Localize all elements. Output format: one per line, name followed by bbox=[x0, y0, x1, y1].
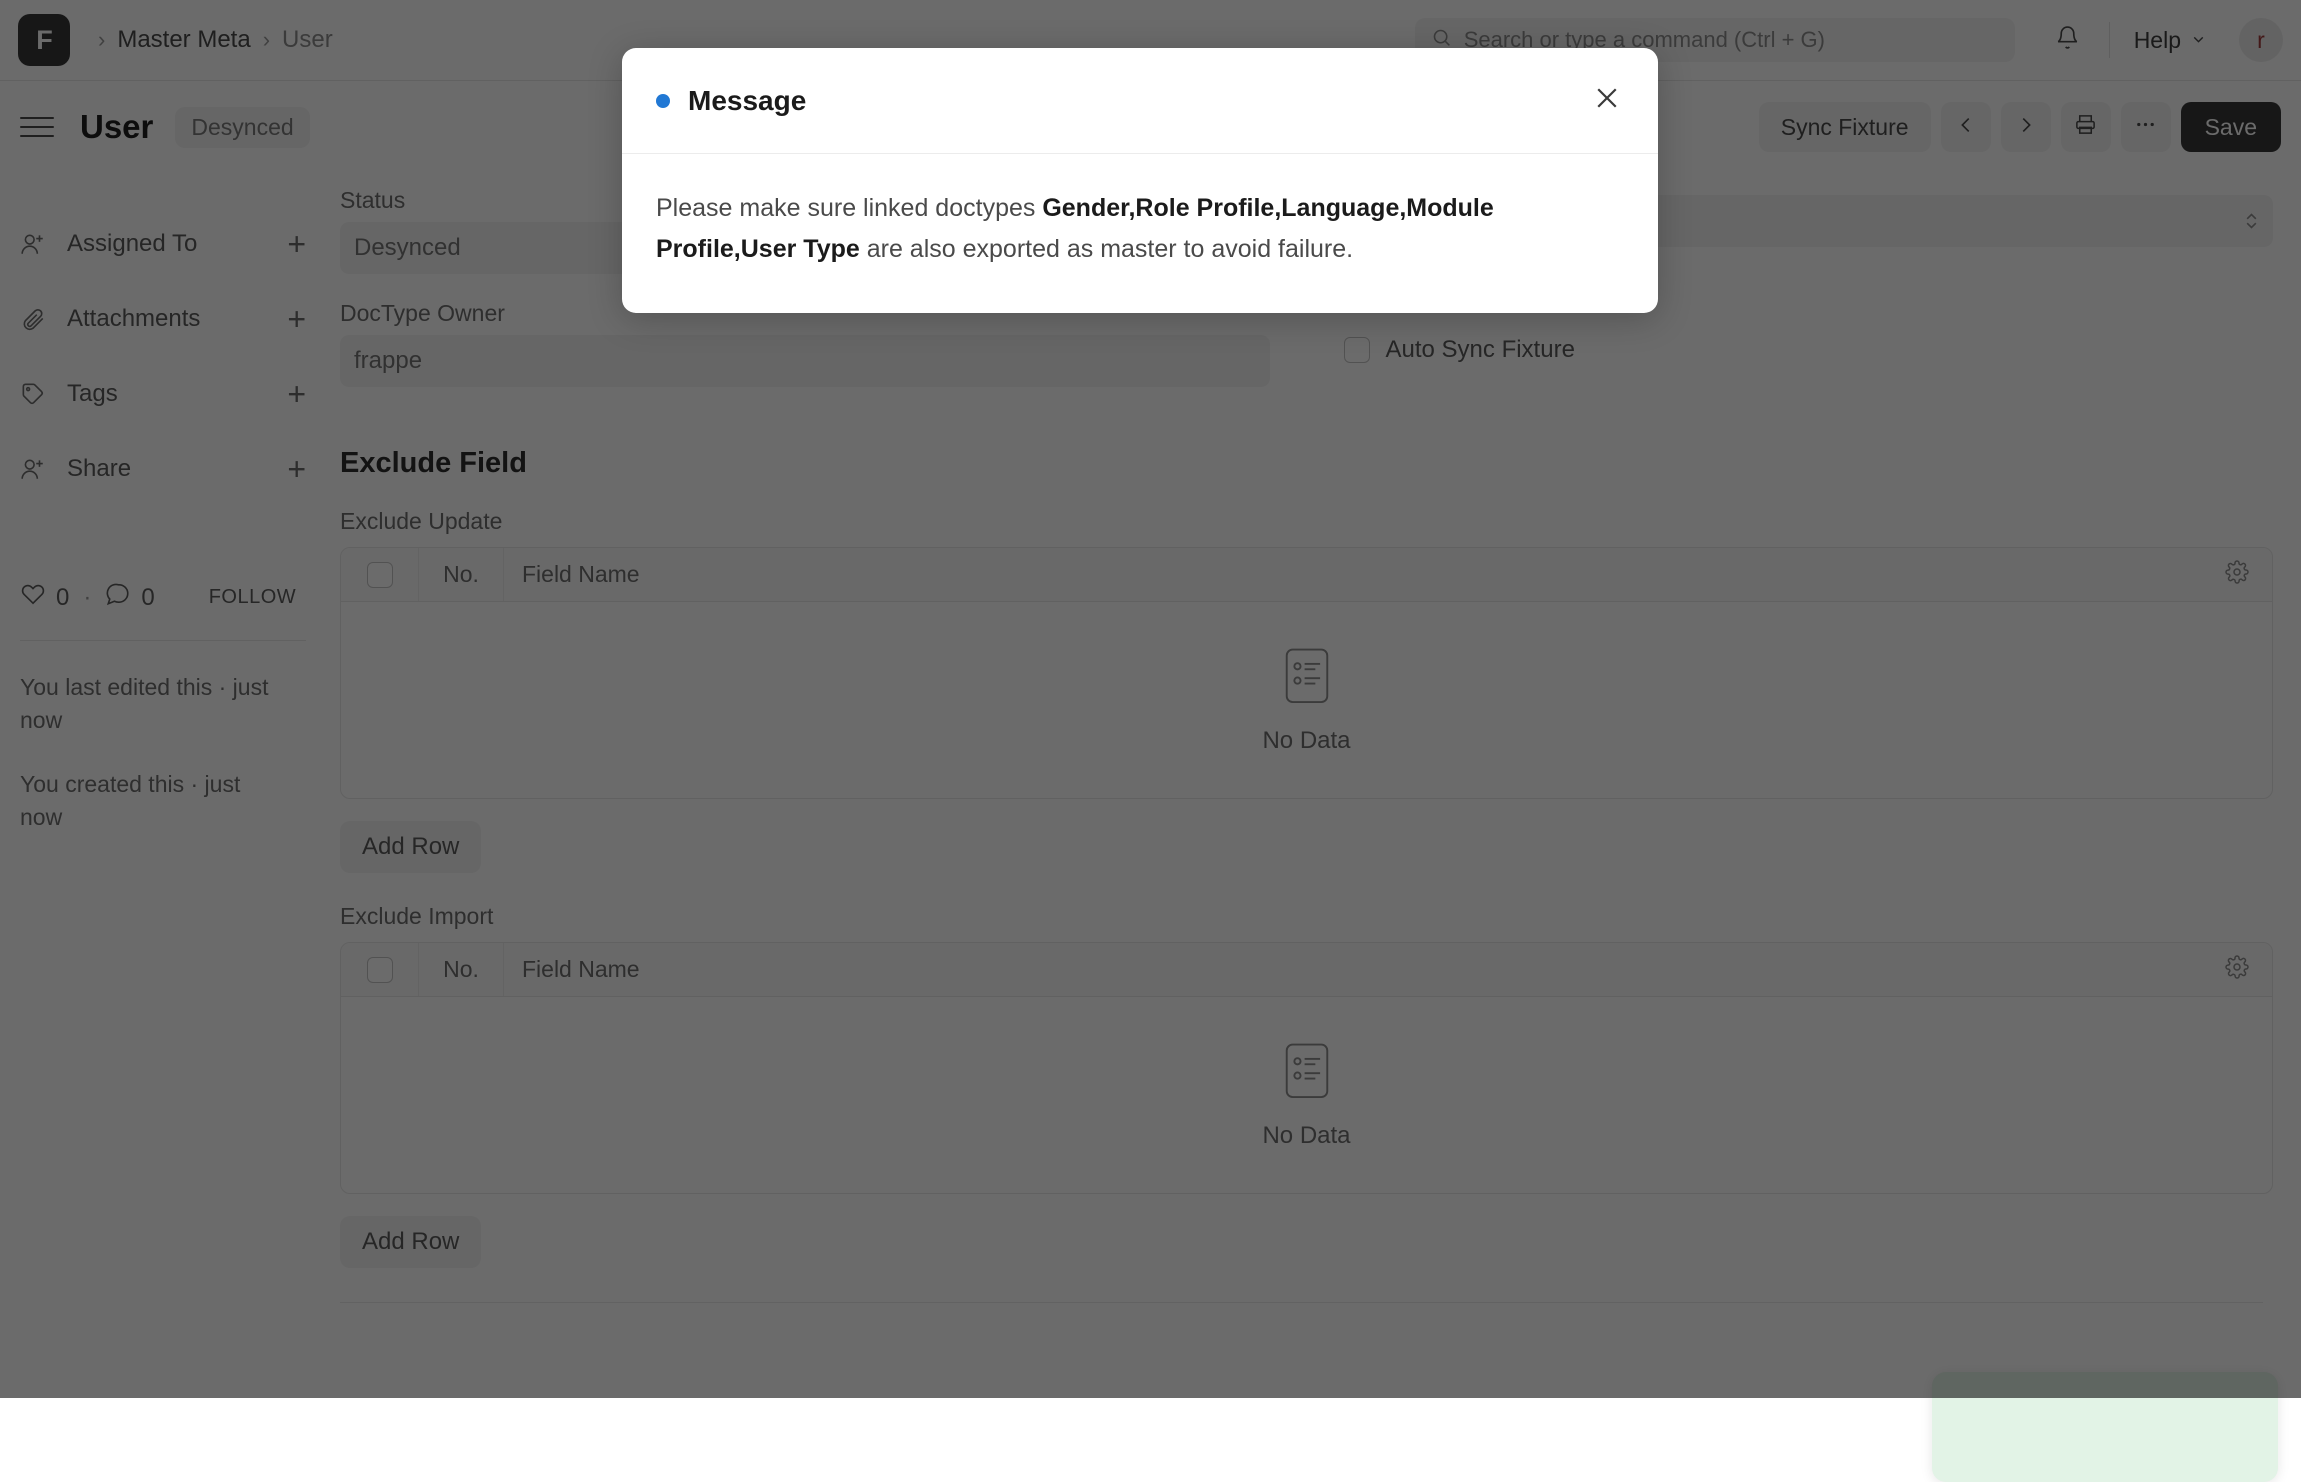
modal-title: Message bbox=[688, 85, 806, 117]
modal-message-prefix: Please make sure linked doctypes bbox=[656, 194, 1042, 222]
modal-message-suffix: are also exported as master to avoid fai… bbox=[860, 235, 1353, 263]
status-dot-icon bbox=[656, 94, 670, 108]
close-icon[interactable] bbox=[1590, 83, 1624, 118]
modal-header: Message bbox=[622, 48, 1658, 154]
modal-body: Please make sure linked doctypes Gender,… bbox=[622, 154, 1658, 313]
modal-message: Please make sure linked doctypes Gender,… bbox=[656, 188, 1624, 269]
message-modal: Message Please make sure linked doctypes… bbox=[622, 48, 1658, 313]
